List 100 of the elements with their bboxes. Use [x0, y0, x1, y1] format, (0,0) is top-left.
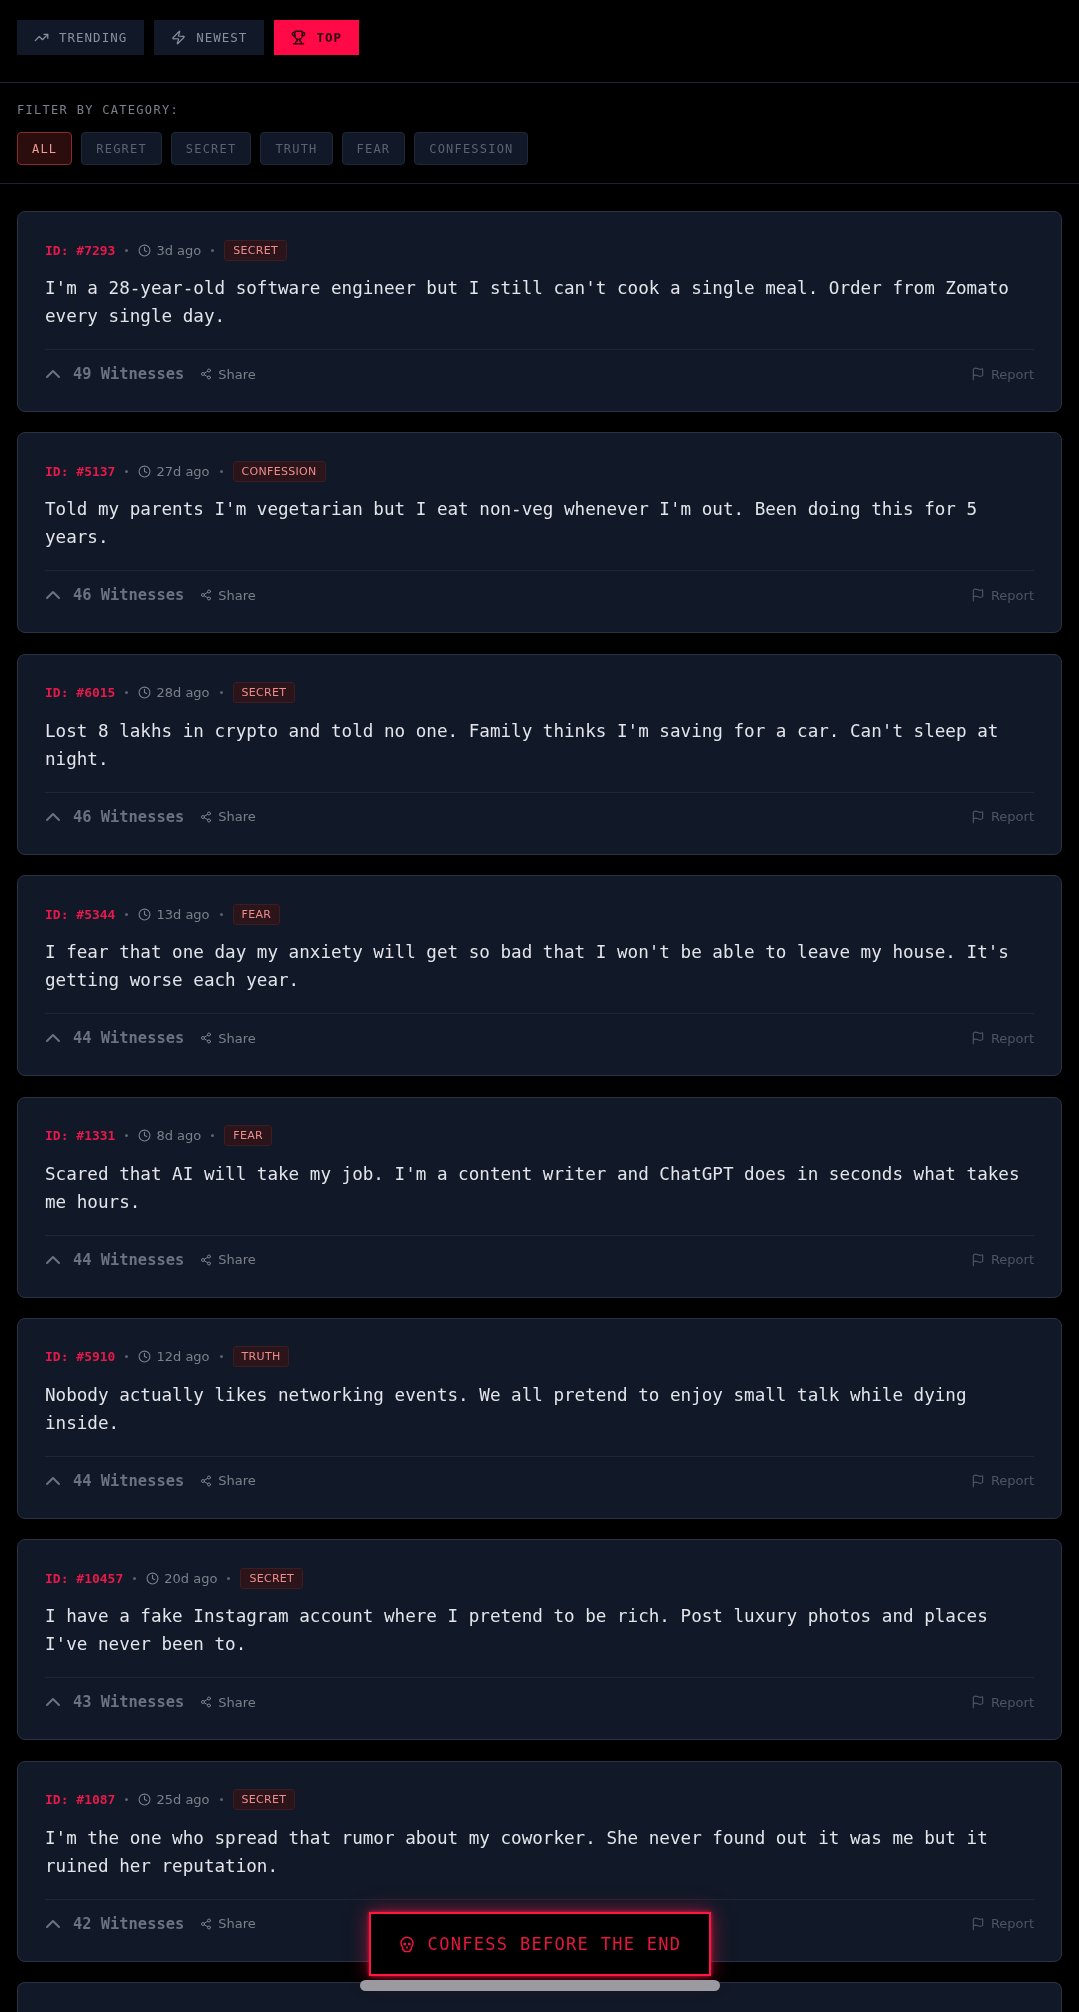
- separator-dot: [219, 469, 223, 473]
- clock-icon: [138, 907, 152, 921]
- share-button[interactable]: Share: [200, 1249, 256, 1270]
- share-button[interactable]: Share: [200, 1692, 256, 1713]
- share-icon: [200, 589, 213, 602]
- separator-dot: [125, 1355, 129, 1359]
- confession-text: I have a fake Instagram account where I pretend to be rich. Post luxury photos and places I've never been to.: [45, 1605, 989, 1657]
- post-time: 28d ago: [156, 685, 210, 701]
- witness-button[interactable]: 42 Witnesses: [45, 1913, 185, 1934]
- post-id: ID: #10457: [45, 1570, 124, 1586]
- category-tag: FEAR: [224, 1125, 272, 1147]
- report-button[interactable]: Report: [970, 364, 1034, 384]
- report-button[interactable]: Report: [970, 1470, 1034, 1491]
- separator-dot: [125, 248, 129, 252]
- flag-icon: [970, 367, 985, 381]
- chevron-up-icon: [46, 812, 60, 821]
- share-icon: [200, 1253, 213, 1266]
- post-id: ID: #5910: [45, 1349, 116, 1365]
- category-tag: SECRET: [232, 1789, 296, 1811]
- flag-icon: [970, 1473, 985, 1488]
- post-time: 13d ago: [156, 906, 210, 922]
- post-time: 20d ago: [164, 1570, 218, 1586]
- share-button[interactable]: Share: [200, 1028, 256, 1049]
- share-button[interactable]: Share: [200, 1470, 256, 1491]
- confess-button[interactable]: CONFESS BEFORE THE END: [368, 1912, 711, 1976]
- separator-dot: [219, 691, 223, 695]
- chevron-up-icon: [46, 1255, 60, 1264]
- chevron-up-icon: [46, 1698, 60, 1707]
- category-tag: SECRET: [224, 239, 287, 261]
- post-time: 25d ago: [156, 1792, 210, 1808]
- witness-button[interactable]: 44 Witnesses: [45, 1470, 185, 1491]
- post-id: ID: #5137: [45, 463, 116, 479]
- chevron-up-icon: [46, 591, 60, 600]
- confession-text: Scared that AI will take my job. I'm a content writer and ChatGPT does in seconds what takes me hours.: [45, 1162, 1021, 1214]
- confession-text: I'm the one who spread that rumor about my coworker. She never found out it was me but it ruined her reputation.: [45, 1826, 989, 1878]
- witness-button[interactable]: 44 Witnesses: [45, 1249, 185, 1270]
- sort-tab[interactable]: TOP: [274, 20, 359, 55]
- witness-button[interactable]: 49 Witnesses: [45, 364, 185, 384]
- post-id: ID: #5344: [45, 906, 116, 922]
- post-id: ID: #7293: [45, 242, 116, 258]
- witness-button[interactable]: 46 Witnesses: [45, 806, 185, 827]
- category-chip[interactable]: FEAR: [341, 132, 406, 165]
- post-id: ID: #1331: [45, 1128, 116, 1144]
- separator-dot: [133, 1576, 137, 1580]
- chevron-up-icon: [46, 1034, 60, 1043]
- sort-tab[interactable]: NEWEST: [154, 20, 265, 55]
- witness-button[interactable]: 43 Witnesses: [45, 1692, 185, 1713]
- report-button[interactable]: Report: [970, 1913, 1034, 1934]
- separator-dot: [219, 1798, 223, 1802]
- category-chip[interactable]: REGRET: [81, 132, 162, 165]
- flag-icon: [970, 1031, 985, 1046]
- separator-dot: [125, 1798, 129, 1802]
- report-button[interactable]: Report: [970, 1692, 1034, 1713]
- witness-button[interactable]: 44 Witnesses: [45, 1028, 185, 1049]
- lightning-icon: [171, 30, 187, 45]
- separator-dot: [211, 248, 215, 252]
- filter-label: FILTER BY CATEGORY:: [17, 102, 179, 118]
- flag-icon: [970, 1252, 985, 1267]
- confession-text: Nobody actually likes networking events. We all pretend to enjoy small talk while dying inside.: [45, 1383, 968, 1435]
- chevron-up-icon: [46, 1919, 60, 1928]
- separator-dot: [125, 469, 129, 473]
- share-icon: [200, 1917, 213, 1930]
- category-tag: SECRET: [240, 1567, 304, 1589]
- confession-text: Lost 8 lakhs in crypto and told no one. Family thinks I'm saving for a car. Can't sleep at night.: [45, 719, 1000, 771]
- separator-dot: [125, 691, 129, 695]
- separator-dot: [211, 1134, 215, 1138]
- share-button[interactable]: Share: [200, 364, 256, 384]
- clock-icon: [138, 243, 152, 257]
- witness-button[interactable]: 46 Witnesses: [45, 585, 185, 606]
- clock-icon: [138, 464, 152, 478]
- share-button[interactable]: Share: [200, 585, 256, 606]
- share-button[interactable]: Share: [200, 1913, 256, 1934]
- share-icon: [200, 1696, 213, 1709]
- sort-tab[interactable]: TRENDING: [17, 20, 145, 55]
- confession-text: I fear that one day my anxiety will get so bad that I won't be able to leave my house. It's getting worse each year.: [45, 941, 1010, 993]
- share-button[interactable]: Share: [200, 806, 256, 827]
- separator-dot: [125, 912, 129, 916]
- confession-text: I'm a 28-year-old software engineer but I still can't cook a single meal. Order from Zomato every single day.: [45, 277, 1010, 328]
- post-time: 8d ago: [156, 1128, 202, 1144]
- report-button[interactable]: Report: [970, 1028, 1034, 1049]
- category-tag: TRUTH: [232, 1346, 290, 1368]
- category-chip[interactable]: TRUTH: [260, 132, 333, 165]
- flag-icon: [970, 1695, 985, 1710]
- chevron-up-icon: [46, 370, 60, 378]
- report-button[interactable]: Report: [970, 806, 1034, 827]
- flag-icon: [970, 1916, 985, 1931]
- report-button[interactable]: Report: [970, 585, 1034, 606]
- confession-text: Told my parents I'm vegetarian but I eat non-veg whenever I'm out. Been doing this for 5 years.: [45, 498, 979, 550]
- post-time: 12d ago: [156, 1349, 210, 1365]
- share-icon: [200, 1474, 213, 1487]
- category-chip[interactable]: ALL: [17, 132, 73, 165]
- clock-icon: [146, 1571, 160, 1585]
- flag-icon: [970, 588, 985, 603]
- clock-icon: [138, 686, 152, 700]
- category-chip[interactable]: SECRET: [170, 132, 252, 165]
- clock-icon: [138, 1793, 152, 1807]
- share-icon: [200, 368, 213, 380]
- report-button[interactable]: Report: [970, 1249, 1034, 1270]
- category-chip[interactable]: CONFESSION: [414, 132, 529, 165]
- category-tag: FEAR: [232, 903, 281, 925]
